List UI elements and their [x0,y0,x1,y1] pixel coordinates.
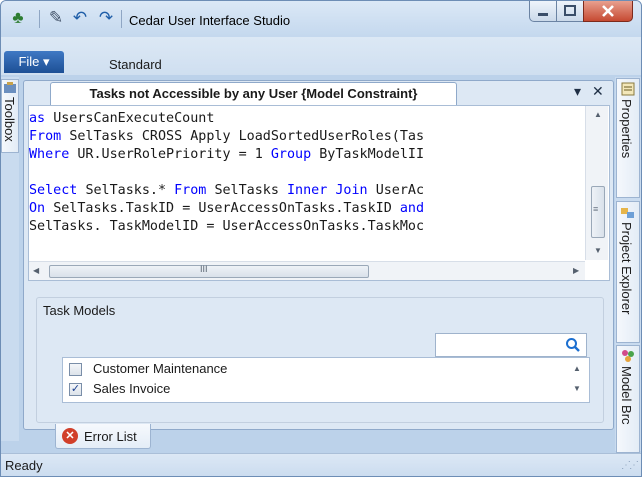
left-dock-strip: Toolbox [1,77,19,441]
scroll-up-icon[interactable]: ▲ [594,110,602,119]
tab-model-browser[interactable]: Model Brc [616,345,640,453]
code-vertical-scrollbar[interactable]: ▲ ≡ ▼ [585,106,608,260]
magnifier-glyph [566,338,580,352]
resize-grip-icon[interactable]: ⋰⋰ [621,460,639,471]
customize-icon[interactable]: ✎ [45,7,67,29]
vertical-scroll-thumb[interactable]: ≡ [591,186,605,238]
scroll-right-icon[interactable]: ▶ [573,266,579,275]
code-line: SelTasks. TaskModelID = UserAccessOnTask… [29,219,425,234]
tab-project-explorer[interactable]: Project Explorer [616,201,640,343]
document-tab-row: Tasks not Accessible by any User {Model … [24,81,613,105]
code-editor[interactable]: as UsersCanExecuteCount From SelTasks CRO… [28,105,610,281]
list-item[interactable]: Customer Maintenance [67,360,507,380]
error-list-label: Error List [84,429,137,444]
task-models-label: Task Models [40,303,119,318]
tab-properties[interactable]: Properties [616,78,640,198]
project-explorer-tab-label: Project Explorer [619,222,634,315]
minimize-button[interactable] [529,1,557,22]
toolbar-standard-label[interactable]: Standard [109,57,162,72]
code-line: On SelTasks.TaskID = UserAccessOnTasks.T… [29,201,425,216]
title-bar: ♣ ✎ ↶ ↷ Cedar User Interface Studio [1,1,641,37]
maximize-icon [564,5,576,16]
right-dock-strip: Properties Project Explorer Model Brc [615,77,641,453]
horizontal-grip-icon: III [200,264,208,274]
status-text: Ready [5,458,43,473]
task-models-search[interactable] [435,333,587,357]
quick-access-separator [39,10,40,28]
code-lines: as UsersCanExecuteCount From SelTasks CRO… [29,110,585,280]
toolbox-tab-label: Toolbox [2,97,17,142]
grip-icon: ≡ [593,204,599,214]
file-menu-button[interactable]: File ▾ [4,51,64,73]
properties-icon [621,82,635,96]
status-bar: Ready ⋰⋰ [1,453,641,476]
horizontal-scroll-thumb[interactable]: III [49,264,369,278]
model-browser-icon [622,350,634,362]
error-list-tab[interactable]: ✕ Error List [55,424,151,449]
code-line: From SelTasks CROSS Apply LoadSortedUser… [29,129,425,144]
app-window: ♣ ✎ ↶ ↷ Cedar User Interface Studio File… [0,0,642,477]
checkbox-customer-maintenance[interactable] [69,363,82,376]
document-panel: Tasks not Accessible by any User {Model … [23,80,614,430]
list-item[interactable]: ✓ Sales Invoice [67,380,507,400]
redo-icon[interactable]: ↷ [95,7,117,29]
tab-close-icon[interactable]: ✕ [592,83,604,100]
window-title: Cedar User Interface Studio [129,13,291,28]
project-explorer-icon [621,208,634,218]
list-scroll-down-icon[interactable]: ▼ [573,384,581,393]
code-line: as UsersCanExecuteCount [29,111,215,126]
task-models-list: Customer Maintenance ✓ Sales Invoice ▲ ▼ [62,357,590,403]
list-item-label: Sales Invoice [93,381,171,396]
tree-icon[interactable]: ♣ [7,7,29,29]
code-line: Select SelTasks.* From SelTasks Inner Jo… [29,183,425,198]
menu-bar: File ▾ Standard [1,37,641,75]
error-icon: ✕ [62,428,78,444]
minimize-icon [538,13,548,16]
list-scroll-up-icon[interactable]: ▲ [573,364,581,373]
undo-icon[interactable]: ↶ [69,7,91,29]
close-icon [602,5,614,17]
code-horizontal-scrollbar[interactable]: ◀ III ▶ [29,261,585,280]
list-item-label: Customer Maintenance [93,361,228,376]
document-tab[interactable]: Tasks not Accessible by any User {Model … [50,82,457,105]
scroll-left-icon[interactable]: ◀ [33,266,39,275]
scroll-down-icon[interactable]: ▼ [594,246,602,255]
checkbox-sales-invoice[interactable]: ✓ [69,383,82,396]
search-icon[interactable] [560,334,586,356]
toolbox-icon [4,82,16,93]
properties-tab-label: Properties [619,99,634,159]
quick-access-separator [121,10,122,28]
toolbox-tab[interactable]: Toolbox [1,79,19,153]
tab-dropdown-icon[interactable]: ▾ [574,83,581,100]
maximize-button[interactable] [556,1,584,22]
model-browser-tab-label: Model Brc [619,366,634,425]
code-line: Where UR.UserRolePriority = 1 Group ByTa… [29,147,425,162]
close-button[interactable] [583,1,633,22]
